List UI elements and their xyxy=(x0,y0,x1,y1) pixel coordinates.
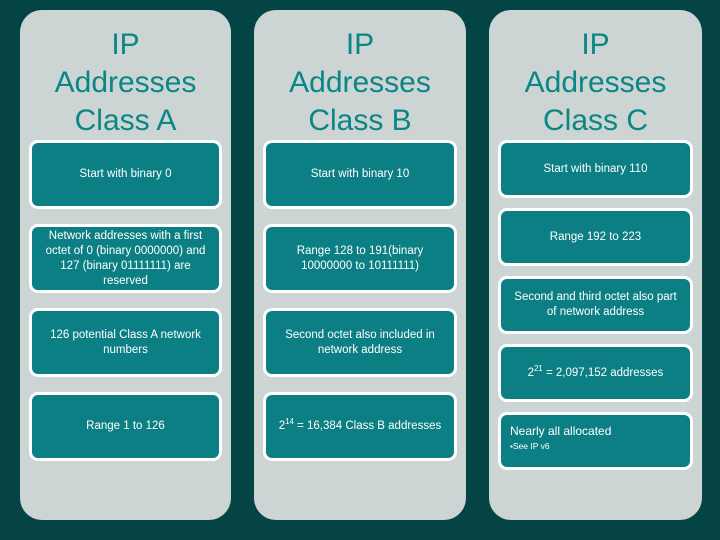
info-box[interactable]: Network addresses with a first octet of … xyxy=(29,224,222,293)
power-remainder: = 16,384 Class B addresses xyxy=(293,420,442,432)
info-box[interactable]: Range 128 to 191(binary 10000000 to 1011… xyxy=(263,224,457,293)
power-exponent: 21 xyxy=(534,363,543,373)
info-box[interactable]: Start with binary 0 xyxy=(29,140,222,209)
columns-container: IP Addresses Class A Start with binary 0… xyxy=(0,0,720,540)
box-list-class-b: Start with binary 10 Range 128 to 191(bi… xyxy=(263,140,457,520)
info-box[interactable]: Range 1 to 126 xyxy=(29,392,222,461)
panel-title-class-b: IP Addresses Class B xyxy=(289,28,431,137)
slide-canvas: IP Addresses Class A Start with binary 0… xyxy=(0,0,720,540)
info-box[interactable]: Start with binary 110 xyxy=(498,140,693,198)
panel-class-b: IP Addresses Class B Start with binary 1… xyxy=(254,10,466,520)
info-box-text: Range 1 to 126 xyxy=(86,420,165,432)
info-box[interactable]: Range 192 to 223 xyxy=(498,208,693,266)
box-list-class-c: Start with binary 110 Range 192 to 223 S… xyxy=(498,140,693,520)
box-list-class-a: Start with binary 0 Network addresses wi… xyxy=(29,140,222,520)
info-box-power[interactable]: 221 = 2,097,152 addresses xyxy=(498,344,693,402)
info-box[interactable]: 126 potential Class A network numbers xyxy=(29,308,222,377)
info-box-text: Start with binary 0 xyxy=(79,168,172,180)
info-box-text: Second and third octet also part of netw… xyxy=(514,291,677,318)
info-box-power[interactable]: 214 = 16,384 Class B addresses xyxy=(263,392,457,461)
info-box-bulleted[interactable]: Nearly all allocated ▪See IP v6 xyxy=(498,412,693,470)
info-box-heading: Nearly all allocated xyxy=(510,424,612,438)
panel-title-class-a: IP Addresses Class A xyxy=(54,28,197,137)
info-box-text: Start with binary 110 xyxy=(543,162,648,175)
info-box[interactable]: Second and third octet also part of netw… xyxy=(498,276,693,334)
info-box-text: Second octet also included in network ad… xyxy=(285,328,435,356)
panel-title-class-c: IP Addresses Class C xyxy=(524,28,667,137)
info-box-text: Range 128 to 191(binary 10000000 to 1011… xyxy=(296,244,424,272)
info-box-text: 126 potential Class A network numbers xyxy=(50,328,201,356)
panel-class-a: IP Addresses Class A Start with binary 0… xyxy=(20,10,231,520)
info-box-text: Range 192 to 223 xyxy=(549,230,642,243)
info-box[interactable]: Second octet also included in network ad… xyxy=(263,308,457,377)
info-box-text: 214 = 16,384 Class B addresses xyxy=(279,417,442,434)
info-box-text: Start with binary 10 xyxy=(310,168,410,180)
info-box-text: 221 = 2,097,152 addresses xyxy=(528,363,664,381)
info-box[interactable]: Start with binary 10 xyxy=(263,140,457,209)
power-remainder: = 2,097,152 addresses xyxy=(542,366,664,379)
info-box-bullet-item: ▪See IP v6 xyxy=(510,440,681,453)
bullet-text: See IP v6 xyxy=(512,441,550,451)
power-exponent: 14 xyxy=(285,417,294,427)
panel-class-c: IP Addresses Class C Start with binary 1… xyxy=(489,10,702,520)
info-box-text: Network addresses with a first octet of … xyxy=(45,229,206,287)
